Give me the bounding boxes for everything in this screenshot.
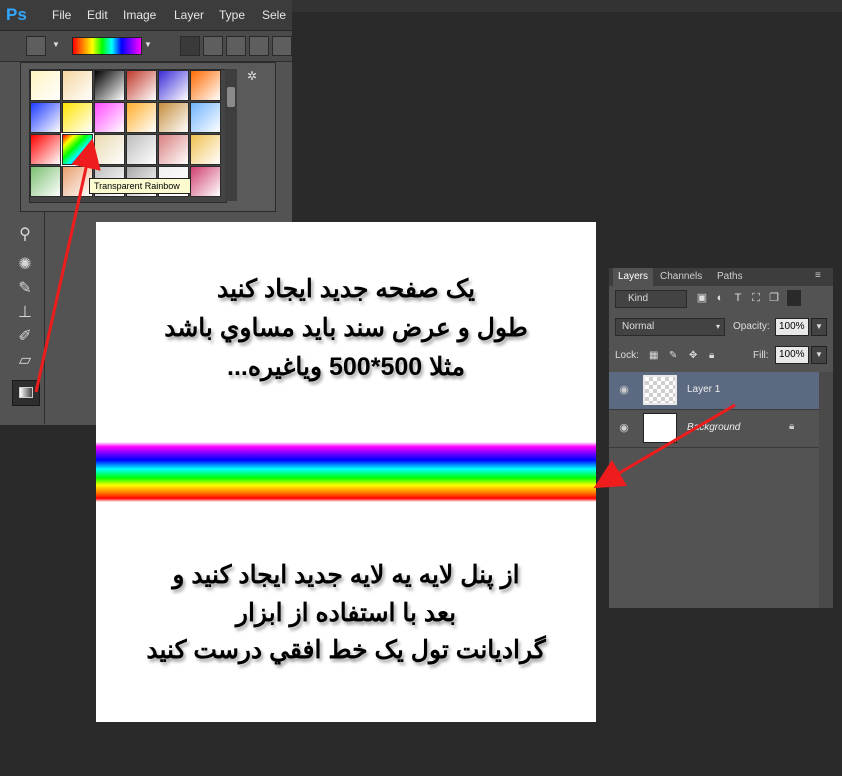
arrow-to-canvas	[593, 403, 736, 489]
arrow-to-swatch	[34, 138, 101, 393]
annotation-overlay	[34, 138, 736, 489]
